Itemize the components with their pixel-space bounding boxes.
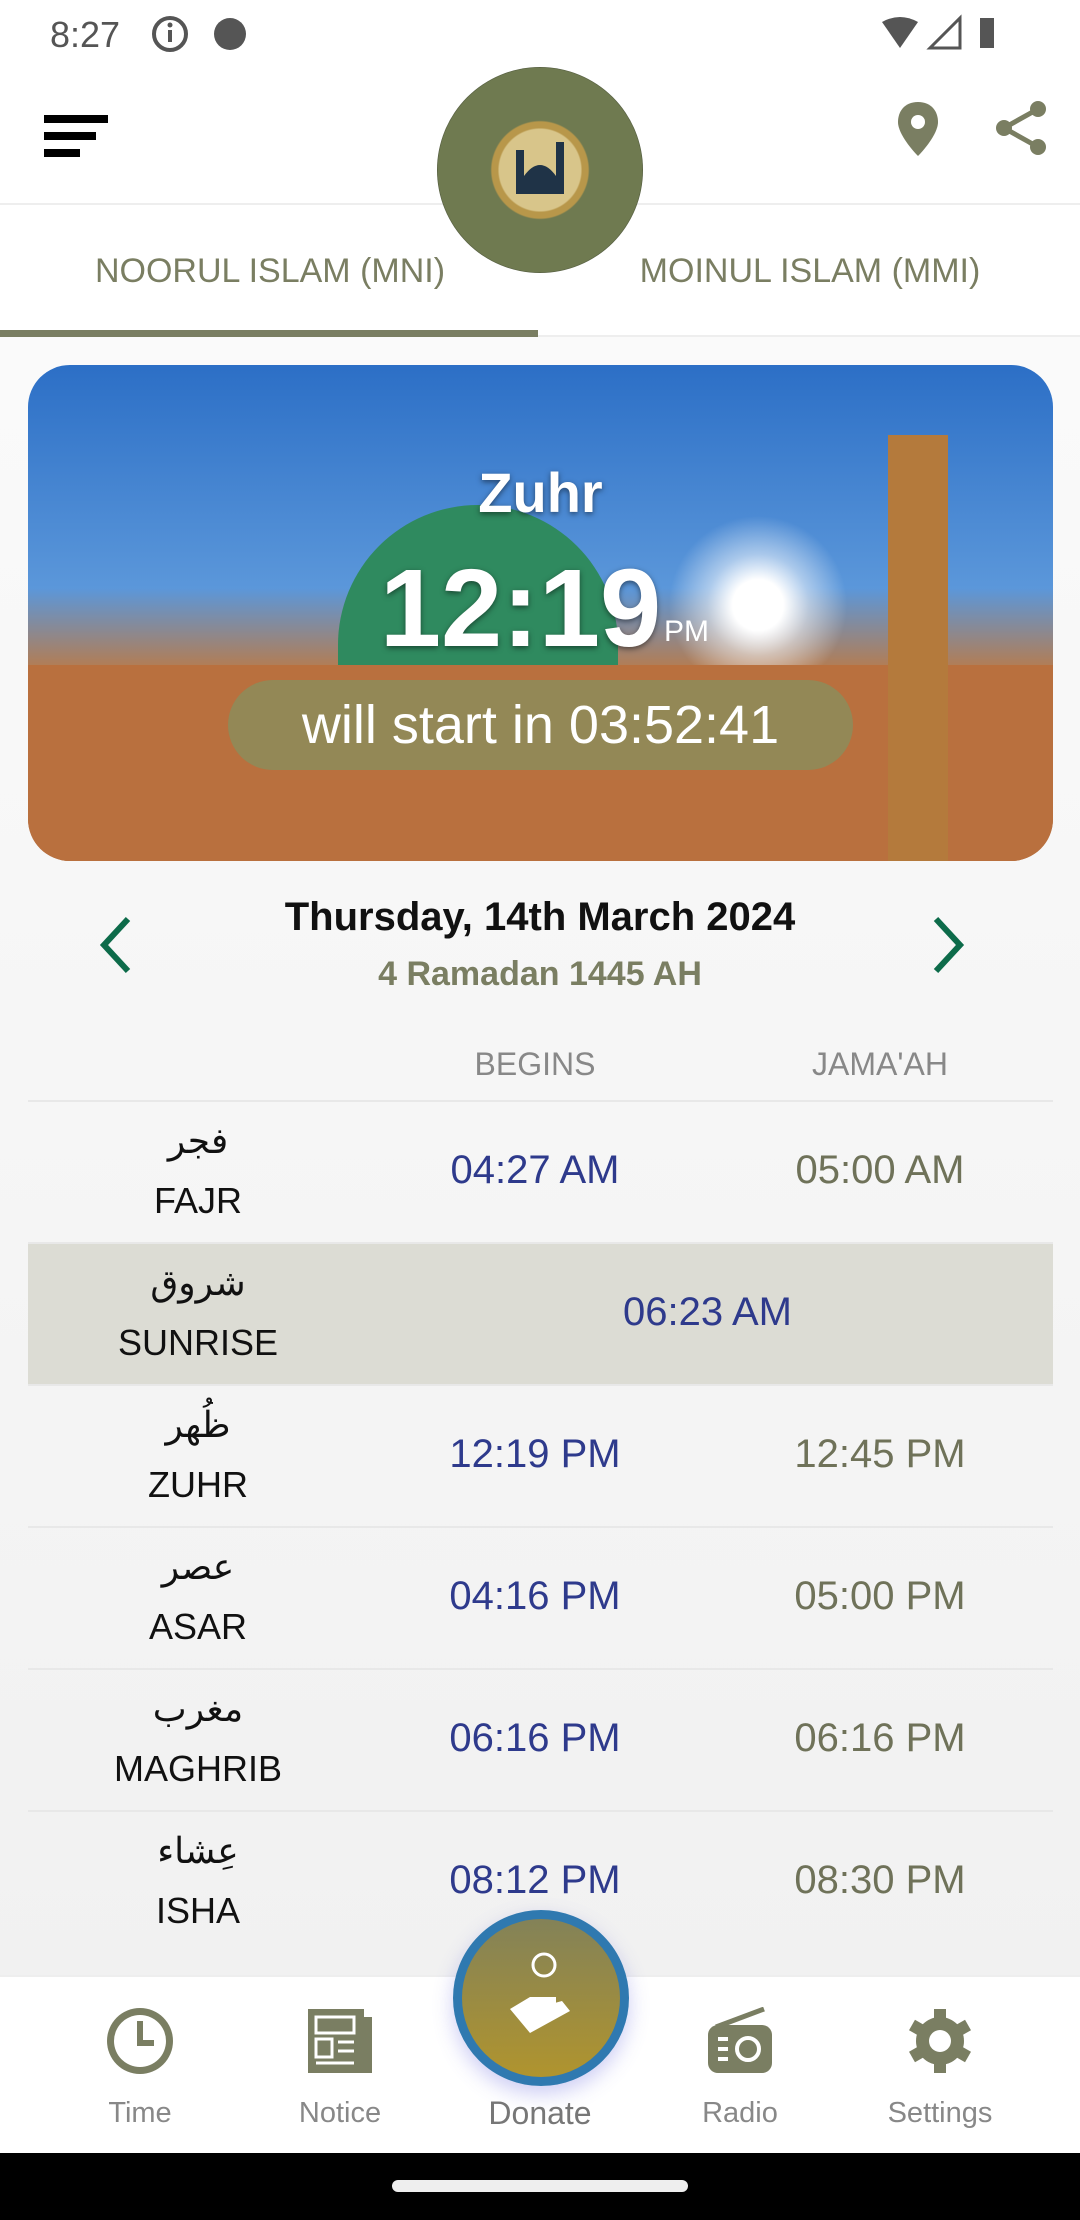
arabic-name: مغرب <box>152 1688 244 1729</box>
table-row-maghrib: مغرب MAGHRIB 06:16 PM 06:16 PM <box>28 1668 1053 1810</box>
active-tab-indicator <box>0 330 538 337</box>
tab-label: MOINUL ISLAM (MMI) <box>639 251 981 290</box>
prayer-name: MAGHRIB <box>113 1748 282 1789</box>
arabic-name: عِشاء <box>157 1830 239 1871</box>
location-pin-icon[interactable] <box>896 100 940 160</box>
table-row-asar: عصر ASAR 04:16 PM 05:00 PM <box>28 1526 1053 1668</box>
nav-settings[interactable]: Settings <box>840 1977 1040 2155</box>
table-row-zuhr: ظُهر ZUHR 12:19 PM 12:45 PM <box>28 1384 1053 1526</box>
gear-icon <box>909 2009 971 2073</box>
prayer-name: SUNRISE <box>117 1322 279 1363</box>
next-prayer-time: 12:19 <box>379 547 662 670</box>
next-prayer-card: Zuhr 12:19 PM will start in 03:52:41 <box>28 365 1053 861</box>
begins-time: 04:16 PM <box>449 1574 621 1618</box>
jamaah-header: JAMA'AH <box>812 1046 948 1082</box>
wifi-signal-battery-icons <box>882 14 994 50</box>
nav-label: Settings <box>887 2097 993 2129</box>
jamaah-time: 05:00 AM <box>795 1148 965 1192</box>
gregorian-date: Thursday, 14th March 2024 <box>284 895 796 939</box>
table-row-sunrise: شروق SUNRISE 06:23 AM <box>28 1242 1053 1384</box>
begins-time: 08:12 PM <box>449 1858 621 1902</box>
menu-icon[interactable] <box>44 115 108 157</box>
clock-icon <box>107 2008 173 2074</box>
newspaper-icon <box>308 2009 372 2073</box>
nav-radio[interactable]: Radio <box>640 1977 840 2155</box>
prayer-name: FAJR <box>153 1180 242 1221</box>
donate-button[interactable] <box>453 1910 629 2086</box>
jamaah-time: 05:00 PM <box>794 1574 966 1618</box>
status-time: 8:27 <box>50 14 121 55</box>
arabic-name: فجر <box>167 1120 229 1161</box>
hijri-date: 4 Ramadan 1445 AH <box>378 955 702 993</box>
mosque-icon <box>516 142 564 194</box>
begins-header: BEGINS <box>474 1046 596 1082</box>
prayer-name: ASAR <box>148 1606 248 1647</box>
prayer-times-table: فجر FAJR 04:27 AM 05:00 AM شروق SUNRISE … <box>28 1100 1053 1952</box>
countdown-pill: will start in 03:52:41 <box>228 680 853 770</box>
begins-time: 12:19 PM <box>449 1432 621 1476</box>
jamaah-time: 08:30 PM <box>794 1858 966 1902</box>
table-row-fajr: فجر FAJR 04:27 AM 05:00 AM <box>28 1100 1053 1242</box>
nav-notice[interactable]: Notice <box>240 1977 440 2155</box>
donate-hand-icon <box>510 1952 570 2033</box>
nav-label: Radio <box>702 2097 778 2129</box>
share-icon[interactable] <box>994 99 1050 157</box>
jamaah-time: 06:16 PM <box>794 1716 966 1760</box>
masjid-logo <box>437 67 643 273</box>
jamaah-time: 12:45 PM <box>794 1432 966 1476</box>
radio-icon <box>708 2007 772 2073</box>
begins-time: 06:16 PM <box>449 1716 621 1760</box>
prayer-name: ISHA <box>155 1890 241 1931</box>
nav-label: Notice <box>298 2097 382 2129</box>
nav-donate-label: Donate <box>488 2095 592 2131</box>
home-gesture-handle[interactable] <box>392 2180 688 2192</box>
begins-time: 04:27 AM <box>450 1148 620 1192</box>
arabic-name: ظُهر <box>165 1404 231 1445</box>
prayer-name: ZUHR <box>148 1464 248 1505</box>
arabic-name: عصر <box>161 1546 235 1587</box>
nav-label: Time <box>108 2097 172 2129</box>
sunrise-time: 06:23 AM <box>622 1290 792 1334</box>
nav-time[interactable]: Time <box>40 1977 240 2155</box>
next-prayer-ampm: PM <box>664 615 709 648</box>
next-prayer-name: Zuhr <box>478 461 603 524</box>
notification-icons <box>152 16 246 52</box>
arabic-name: شروق <box>150 1262 246 1303</box>
tab-label: NOORUL ISLAM (MNI) <box>94 251 446 290</box>
